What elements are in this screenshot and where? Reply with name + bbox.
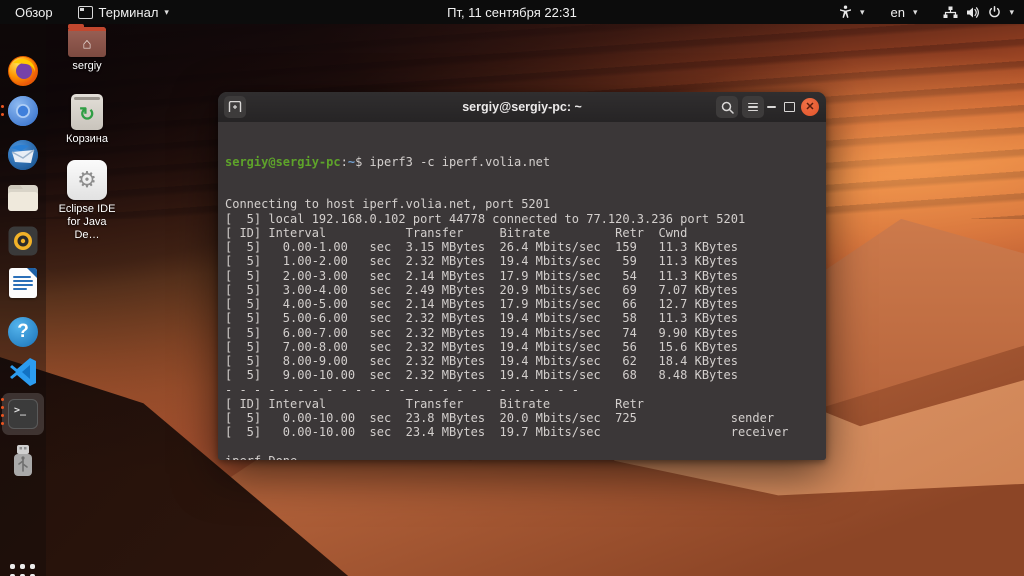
terminal-prompt-line: sergiy@sergiy-pc:~$ iperf3 -c iperf.voli… (225, 154, 551, 169)
dock-item-help[interactable]: ? (6, 315, 40, 349)
eclipse-app-icon: ⚙ (67, 160, 107, 200)
activities-button[interactable]: Обзор (0, 0, 68, 24)
desktop-icon-label: sergiy (72, 60, 102, 72)
chevron-down-icon: ▾ (164, 6, 169, 17)
prompt-path: ~ (347, 154, 356, 169)
new-tab-icon (228, 101, 242, 112)
usb-drive-icon (14, 445, 32, 476)
running-indicator (1, 414, 4, 417)
rhythmbox-icon (8, 226, 38, 256)
new-tab-button[interactable] (224, 96, 246, 118)
volume-icon[interactable] (966, 6, 980, 19)
search-icon (721, 101, 734, 114)
chevron-down-icon[interactable]: ▾ (1009, 7, 1014, 17)
terminal-titlebar[interactable]: sergiy@sergiy-pc: ~ ✕ (218, 92, 826, 123)
dock-item-usb-drive[interactable] (6, 444, 40, 478)
files-folder-icon (8, 185, 38, 211)
desktop: Обзор Терминал ▾ Пт, 11 сентября 22:31 ▾… (0, 0, 1024, 576)
close-icon: ✕ (801, 98, 819, 116)
home-folder-icon: ⌂ (68, 24, 106, 57)
dock-item-thunderbird[interactable] (6, 138, 40, 172)
minimize-icon (766, 106, 776, 108)
libreoffice-writer-icon (9, 268, 37, 298)
running-indicator (1, 105, 4, 108)
desktop-icon-label: Корзина (66, 133, 108, 145)
dock-item-vscode[interactable] (6, 355, 40, 389)
dock-item-terminal[interactable]: >_ (6, 397, 40, 431)
chevron-down-icon[interactable]: ▾ (913, 7, 918, 17)
dock-item-chromium[interactable] (6, 94, 40, 128)
home-icon: ⌂ (82, 35, 92, 52)
activities-label: Обзор (15, 4, 53, 20)
terminal-icon: >_ (8, 399, 38, 429)
desktop-icon-eclipse[interactable]: ⚙ Eclipse IDE for Java De… (54, 160, 120, 242)
command-text: iperf3 -c iperf.volia.net (369, 154, 551, 169)
maximize-icon (783, 102, 795, 112)
dock-item-rhythmbox[interactable] (6, 224, 40, 258)
desktop-icon-label: Eclipse IDE for Java De… (58, 203, 116, 241)
dock-item-libreoffice-writer[interactable] (6, 266, 40, 300)
prompt-user-host: sergiy@sergiy-pc (225, 154, 341, 169)
gear-icon: ⚙ (77, 167, 97, 192)
accessibility-icon[interactable] (839, 5, 852, 19)
app-menu-button[interactable]: Терминал ▾ (68, 0, 179, 24)
running-indicator (1, 113, 4, 116)
dock: ? >_ (0, 24, 46, 576)
running-indicator (1, 406, 4, 409)
terminal-output-lines: Connecting to host iperf.volia.net, port… (225, 197, 789, 460)
keyboard-layout-button[interactable]: en (890, 5, 904, 20)
help-question-icon: ? (8, 317, 38, 347)
app-grid-button[interactable] (10, 564, 36, 576)
search-button[interactable] (716, 96, 738, 118)
terminal-window: sergiy@sergiy-pc: ~ ✕ sergiy@sergiy-pc:~… (218, 92, 826, 460)
terminal-output[interactable]: sergiy@sergiy-pc:~$ iperf3 -c iperf.voli… (218, 122, 826, 460)
running-indicator (1, 398, 4, 401)
maximize-button[interactable] (778, 96, 800, 118)
chevron-down-icon[interactable]: ▾ (860, 7, 865, 17)
dock-item-firefox[interactable] (6, 54, 40, 88)
recycle-icon: ↻ (79, 104, 95, 126)
desktop-icon-trash[interactable]: ↻ Корзина (54, 94, 120, 146)
running-indicator (1, 422, 4, 425)
close-button[interactable]: ✕ (799, 96, 821, 118)
dock-item-files[interactable] (6, 181, 40, 215)
network-icon[interactable] (943, 6, 958, 19)
thunderbird-icon (8, 140, 38, 170)
vscode-icon (10, 358, 36, 386)
terminal-app-icon (77, 5, 93, 19)
clock-label: Пт, 11 сентября 22:31 (447, 4, 577, 20)
firefox-icon (8, 56, 38, 86)
trash-icon: ↻ (71, 94, 103, 130)
power-icon[interactable] (988, 5, 1001, 19)
top-bar: Обзор Терминал ▾ Пт, 11 сентября 22:31 ▾… (0, 0, 1024, 24)
chromium-icon (8, 96, 38, 126)
app-menu-label: Терминал (98, 4, 159, 20)
desktop-icon-home[interactable]: ⌂ sergiy (54, 24, 120, 73)
hamburger-menu-icon (748, 102, 758, 112)
